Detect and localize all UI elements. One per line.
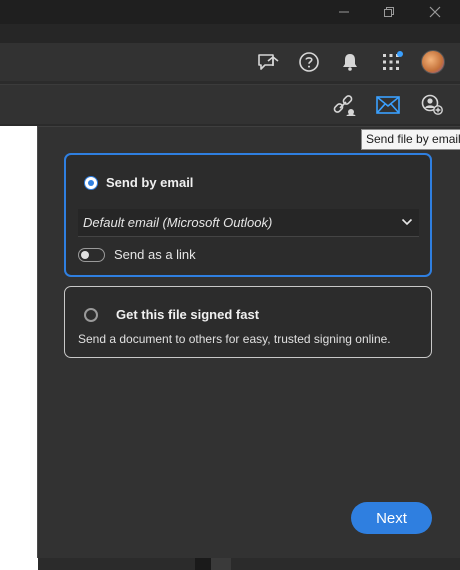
title-bar [0,0,460,24]
tab-strip [0,24,460,43]
email-icon[interactable] [372,85,404,125]
get-signed-option[interactable]: Get this file signed fast Send a documen… [64,286,432,358]
email-client-value: Default email (Microsoft Outlook) [83,215,273,230]
get-signed-description: Send a document to others for easy, trus… [78,332,391,346]
close-icon[interactable] [412,0,458,24]
apps-grid-icon[interactable] [375,43,407,81]
add-user-icon[interactable] [416,85,448,125]
toggle-knob [81,251,89,259]
user-avatar[interactable] [417,43,449,81]
send-by-email-radio[interactable] [84,176,98,190]
email-client-select[interactable]: Default email (Microsoft Outlook) [78,209,419,237]
send-as-link-label: Send as a link [114,247,196,262]
send-as-link-toggle[interactable] [78,248,105,262]
scroll-edge-2 [211,558,231,570]
minimize-icon[interactable] [321,0,367,24]
share-review-icon[interactable] [252,43,284,81]
notification-dot [397,51,403,57]
document-page [0,126,38,570]
bell-icon[interactable] [334,43,366,81]
top-toolbar [0,43,460,81]
next-button[interactable]: Next [351,502,432,534]
get-signed-radio[interactable] [84,308,98,322]
email-tooltip: Send file by email [361,129,460,150]
tools-toolbar [0,84,460,124]
link-share-icon[interactable] [328,85,360,125]
send-by-email-option[interactable]: Send by email Default email (Microsoft O… [64,153,432,277]
get-signed-label: Get this file signed fast [116,307,260,322]
scroll-edge [195,558,211,570]
send-file-panel: Send by email Default email (Microsoft O… [37,126,460,558]
restore-icon[interactable] [366,0,412,24]
chevron-down-icon [401,218,413,226]
send-by-email-label: Send by email [106,175,194,190]
help-icon[interactable] [293,43,325,81]
document-bottom [38,558,460,570]
